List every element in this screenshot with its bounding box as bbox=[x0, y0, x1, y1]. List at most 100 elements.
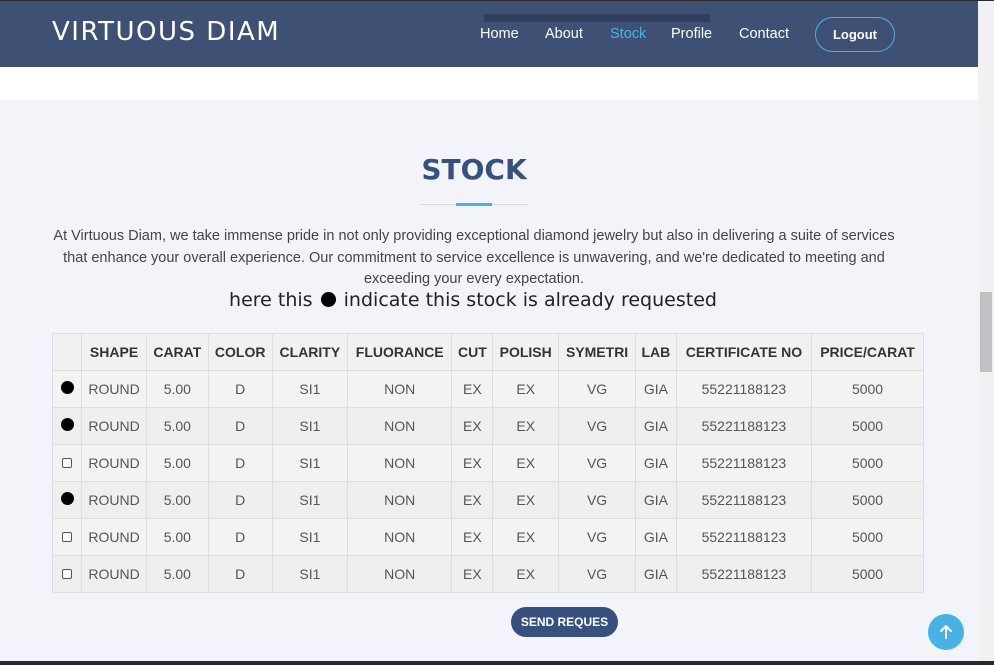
cell-color: D bbox=[207, 370, 273, 408]
cell-price-per-carat: 5000 bbox=[811, 518, 924, 556]
scrollbar-thumb[interactable] bbox=[980, 292, 992, 372]
cell-price-per-carat: 5000 bbox=[811, 370, 924, 408]
requested-legend: here this indicate this stock is already… bbox=[0, 289, 946, 311]
window-bottom-edge bbox=[0, 661, 994, 665]
cell-carat: 5.00 bbox=[146, 518, 209, 556]
cell-clarity: SI1 bbox=[271, 407, 348, 445]
cell-color: D bbox=[207, 518, 273, 556]
cell-lab: GIA bbox=[635, 481, 677, 519]
cell-symetri: VG bbox=[558, 481, 637, 519]
cell-shape: ROUND bbox=[80, 518, 148, 556]
cell-shape: ROUND bbox=[80, 407, 148, 445]
arrow-up-icon bbox=[940, 625, 952, 639]
cell-lab: GIA bbox=[635, 555, 677, 593]
filled-circle-icon bbox=[320, 292, 336, 307]
cell-symetri: VG bbox=[558, 555, 637, 593]
nav-profile[interactable]: Profile bbox=[671, 26, 712, 42]
cell-certificate-no: 55221188123 bbox=[675, 444, 813, 482]
row-select-cell bbox=[52, 481, 82, 519]
cell-symetri: VG bbox=[558, 444, 637, 482]
row-checkbox[interactable] bbox=[62, 458, 72, 468]
cell-price-per-carat: 5000 bbox=[811, 481, 924, 519]
cell-symetri: VG bbox=[558, 370, 637, 408]
cell-shape: ROUND bbox=[80, 444, 148, 482]
cell-cut: EX bbox=[451, 481, 494, 519]
cell-clarity: SI1 bbox=[271, 370, 348, 408]
cell-color: D bbox=[207, 407, 273, 445]
table-row: ROUND 5.00 D SI1 NON EX EX VG GIA 55221188123 5000 bbox=[52, 370, 924, 408]
requested-dot-icon bbox=[60, 381, 74, 394]
cell-polish: EX bbox=[492, 555, 560, 593]
table-header-row: SHAPE CARAT COLOR CLARITY FLUORANCE CUT POLISH… bbox=[52, 333, 924, 371]
cell-shape: ROUND bbox=[80, 370, 148, 408]
table-row: ROUND 5.00 D SI1 NON EX EX VG GIA 55221188123 5000 bbox=[52, 481, 924, 519]
back-to-top-button[interactable] bbox=[928, 614, 964, 650]
stock-table: SHAPE CARAT COLOR CLARITY FLUORANCE CUT POLISH… bbox=[52, 333, 924, 593]
nav-home[interactable]: Home bbox=[480, 26, 519, 42]
cell-certificate-no: 55221188123 bbox=[675, 518, 813, 556]
column-header-cut: CUT bbox=[451, 333, 494, 371]
row-select-cell bbox=[52, 370, 82, 408]
send-request-button[interactable]: SEND REQUES bbox=[511, 607, 618, 637]
cell-polish: EX bbox=[492, 444, 560, 482]
title-accent-bar bbox=[456, 203, 492, 206]
requested-dot-icon bbox=[60, 418, 74, 431]
row-select-cell[interactable] bbox=[52, 444, 82, 482]
cell-color: D bbox=[207, 444, 273, 482]
cell-clarity: SI1 bbox=[271, 444, 348, 482]
cell-lab: GIA bbox=[635, 518, 677, 556]
row-select-cell bbox=[52, 407, 82, 445]
cell-certificate-no: 55221188123 bbox=[675, 555, 813, 593]
row-select-cell[interactable] bbox=[52, 555, 82, 593]
section-title: STOCK bbox=[421, 153, 527, 186]
cell-fluorance: NON bbox=[346, 370, 453, 408]
table-row: ROUND 5.00 D SI1 NON EX EX VG GIA 55221188123 5000 bbox=[52, 407, 924, 445]
column-header-lab: LAB bbox=[635, 333, 677, 371]
cell-clarity: SI1 bbox=[271, 555, 348, 593]
table-row: ROUND 5.00 D SI1 NON EX EX VG GIA 55221188123 5000 bbox=[52, 444, 924, 482]
cell-polish: EX bbox=[492, 481, 560, 519]
brand-logo[interactable]: VIRTUOUS DIAM bbox=[52, 17, 280, 47]
cell-carat: 5.00 bbox=[146, 407, 209, 445]
column-header-clarity: CLARITY bbox=[271, 333, 348, 371]
cell-fluorance: NON bbox=[346, 518, 453, 556]
column-header-polish: POLISH bbox=[492, 333, 560, 371]
table-row: ROUND 5.00 D SI1 NON EX EX VG GIA 55221188123 5000 bbox=[52, 518, 924, 556]
cell-carat: 5.00 bbox=[146, 370, 209, 408]
cell-lab: GIA bbox=[635, 370, 677, 408]
nav-contact[interactable]: Contact bbox=[739, 26, 789, 42]
window-top-edge bbox=[0, 0, 994, 1]
logout-button[interactable]: Logout bbox=[815, 17, 895, 52]
cell-color: D bbox=[207, 555, 273, 593]
cell-shape: ROUND bbox=[80, 555, 148, 593]
cell-shape: ROUND bbox=[80, 481, 148, 519]
nav-stock[interactable]: Stock bbox=[610, 26, 646, 42]
navbar: VIRTUOUS DIAM Home About Stock Profile C… bbox=[0, 0, 978, 67]
cell-carat: 5.00 bbox=[146, 555, 209, 593]
cell-fluorance: NON bbox=[346, 555, 453, 593]
cell-price-per-carat: 5000 bbox=[811, 555, 924, 593]
cell-clarity: SI1 bbox=[271, 481, 348, 519]
scrollbar[interactable] bbox=[978, 0, 994, 665]
row-checkbox[interactable] bbox=[62, 569, 72, 579]
cell-cut: EX bbox=[451, 555, 494, 593]
nav-about[interactable]: About bbox=[545, 26, 583, 42]
cell-lab: GIA bbox=[635, 407, 677, 445]
cell-cut: EX bbox=[451, 407, 494, 445]
cell-fluorance: NON bbox=[346, 481, 453, 519]
page: VIRTUOUS DIAM Home About Stock Profile C… bbox=[0, 0, 978, 665]
table-body: ROUND 5.00 D SI1 NON EX EX VG GIA 55221188123 5000… bbox=[52, 370, 924, 593]
cell-certificate-no: 55221188123 bbox=[675, 407, 813, 445]
cell-lab: GIA bbox=[635, 444, 677, 482]
cell-cut: EX bbox=[451, 518, 494, 556]
row-select-cell[interactable] bbox=[52, 518, 82, 556]
nav-ghost-bar bbox=[484, 14, 710, 22]
cell-color: D bbox=[207, 481, 273, 519]
requested-dot-icon bbox=[60, 492, 74, 505]
cell-fluorance: NON bbox=[346, 407, 453, 445]
cell-price-per-carat: 5000 bbox=[811, 407, 924, 445]
cell-cut: EX bbox=[451, 370, 494, 408]
table-row: ROUND 5.00 D SI1 NON EX EX VG GIA 55221188123 5000 bbox=[52, 555, 924, 593]
row-checkbox[interactable] bbox=[62, 532, 72, 542]
column-header-color: COLOR bbox=[207, 333, 273, 371]
